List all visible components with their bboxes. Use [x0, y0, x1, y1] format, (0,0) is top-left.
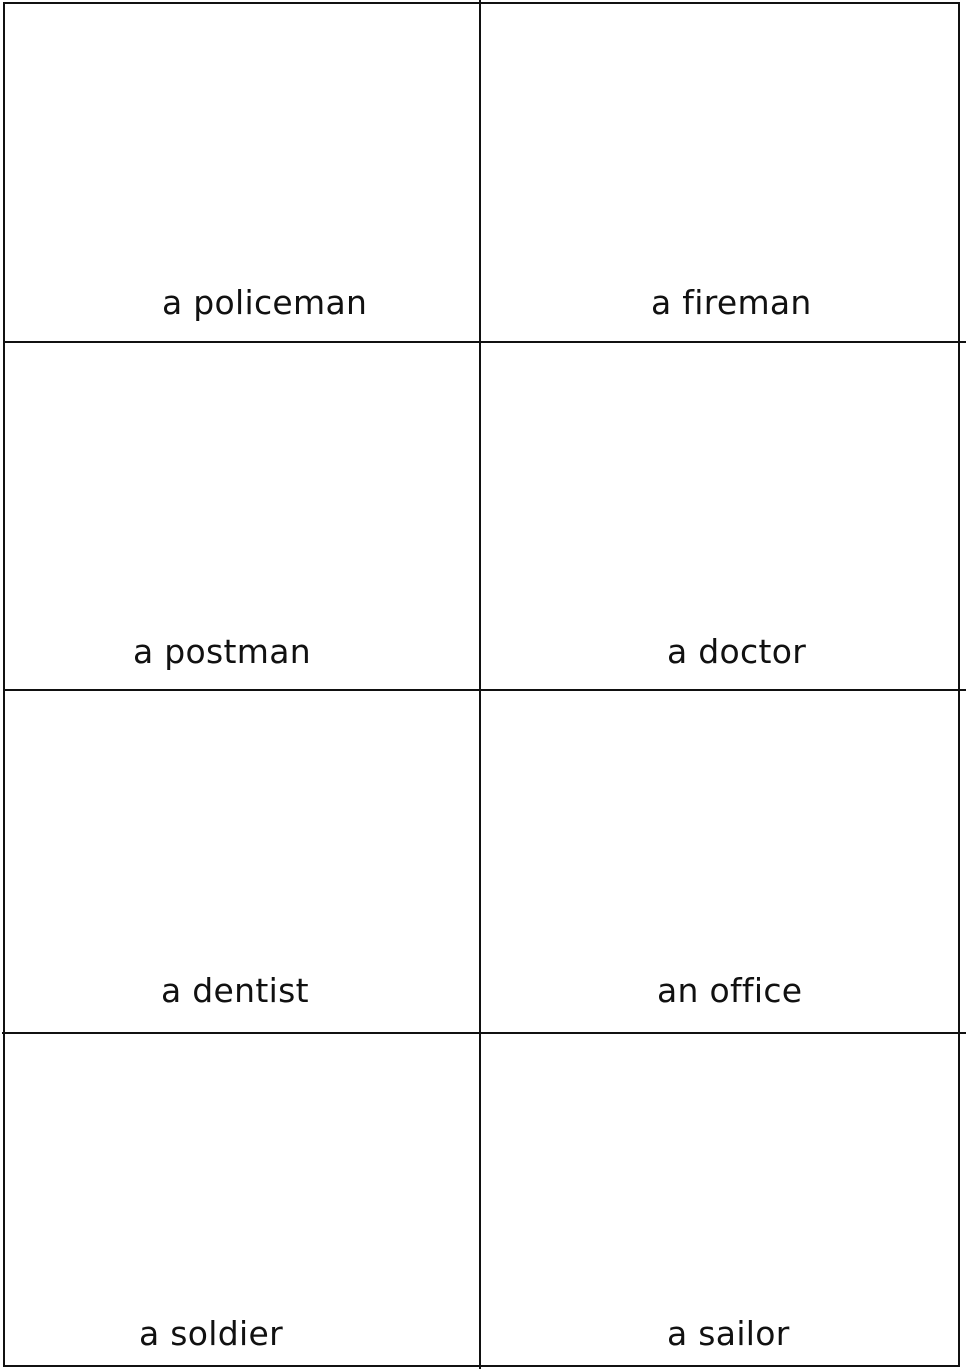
card-label: a fireman [651, 283, 812, 322]
grid-line-right [958, 2, 960, 1367]
card-doctor: a doctor [481, 343, 958, 689]
card-sailor: a sailor [481, 1034, 958, 1365]
card-postman: a postman [5, 343, 479, 689]
flashcard-sheet: a policeman a fireman a postman a doctor… [0, 0, 966, 1369]
card-policeman: a policeman [5, 4, 479, 341]
card-label: a policeman [162, 283, 368, 322]
card-fireman: a fireman [481, 4, 958, 341]
card-label: a dentist [161, 971, 309, 1010]
card-label: a doctor [667, 632, 807, 671]
card-soldier: a soldier [5, 1034, 479, 1365]
card-dentist: a dentist [5, 691, 479, 1032]
card-label: an office [657, 971, 803, 1010]
card-label: a postman [133, 632, 311, 671]
card-label: a sailor [667, 1314, 790, 1353]
grid-line-bottom [4, 1365, 959, 1367]
card-label: a soldier [139, 1314, 283, 1353]
card-office: an office [481, 691, 958, 1032]
